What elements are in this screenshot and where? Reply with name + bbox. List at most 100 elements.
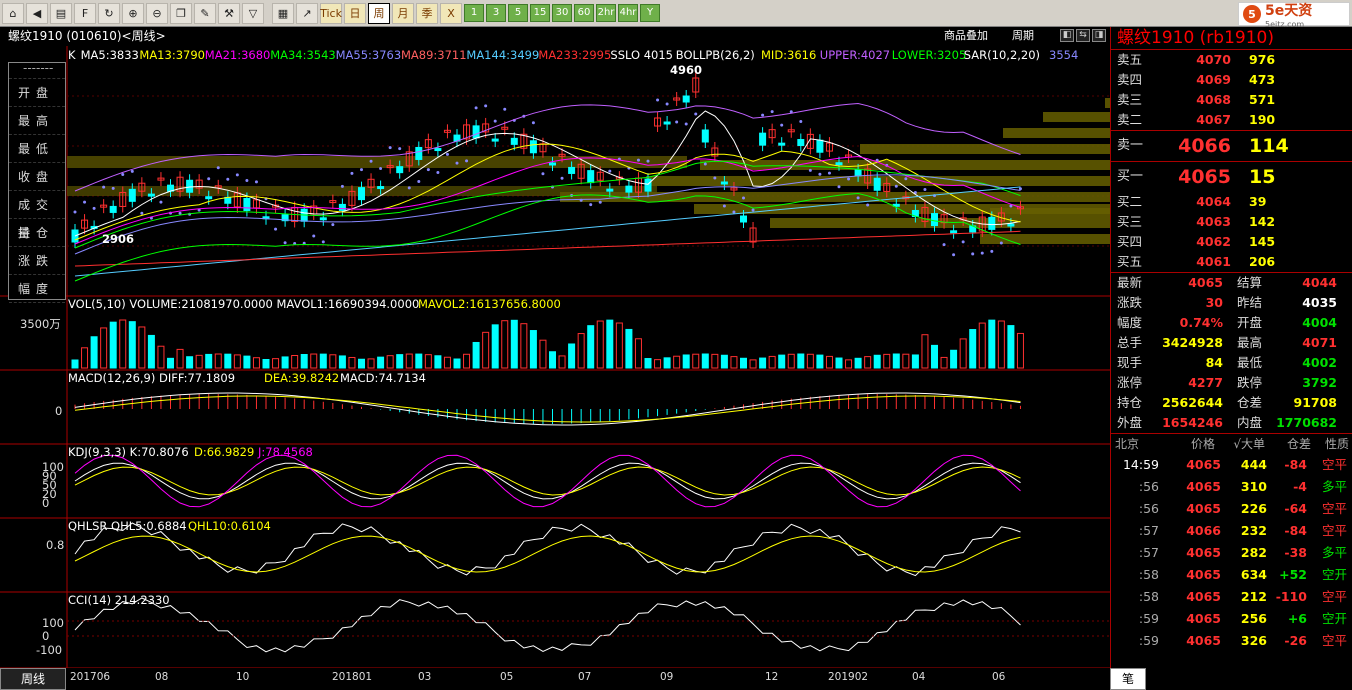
period-button-11[interactable]: 15 — [530, 4, 550, 22]
list-icon[interactable]: ▤ — [50, 2, 72, 24]
tools-icon[interactable]: ⚒ — [218, 2, 240, 24]
zoom-in-icon[interactable]: ⊕ — [122, 2, 144, 24]
candle — [759, 132, 767, 146]
stat-row-2: 幅度 0.74% 开盘 4004 — [1117, 315, 1337, 330]
sell-row-0: 卖五 4070 976 — [1117, 52, 1276, 67]
stat-row-5: 涨停 4277 跌停 3792 — [1117, 375, 1337, 390]
zoom-out-icon[interactable]: ⊖ — [146, 2, 168, 24]
sar-dot — [866, 203, 870, 207]
back-icon[interactable]: ◀ — [26, 2, 48, 24]
period-button-14[interactable]: 2hr — [596, 4, 616, 22]
tick-list[interactable]: 14:59 4065 444 -84 空平:56 4065 310 -4 多平:56 4065 22… — [1111, 454, 1352, 652]
window-icon[interactable]: ❐ — [170, 2, 192, 24]
period-button-10[interactable]: 5 — [508, 4, 528, 22]
period-button-5[interactable]: 月 — [392, 2, 414, 24]
qhlsr-label: QHLSR QHL5:0.6884 — [68, 519, 187, 533]
kline-chart[interactable] — [0, 46, 1110, 668]
sar-dot — [675, 120, 679, 124]
candle — [529, 140, 537, 154]
volume-bar — [377, 356, 385, 369]
qhlsr-label-2: QHL10:0.6104 — [188, 519, 271, 533]
period-button-15[interactable]: 4hr — [618, 4, 638, 22]
sar-dot — [445, 152, 449, 156]
main-indicator-6: MA89:3711 — [401, 48, 467, 62]
home-icon[interactable]: ⌂ — [2, 2, 24, 24]
candle — [568, 166, 576, 174]
sar-dot — [140, 211, 144, 215]
main-indicator-11: MID:3616 — [761, 48, 817, 62]
sell-row-3: 卖二 4067 190 — [1117, 112, 1276, 127]
sar-dot — [245, 178, 249, 182]
candle — [186, 179, 194, 193]
sar-dot — [178, 211, 182, 215]
sar-dot — [83, 200, 87, 204]
f10-icon[interactable]: F — [74, 2, 96, 24]
period-button-6[interactable]: 季 — [416, 2, 438, 24]
refresh-icon[interactable]: ↻ — [98, 2, 120, 24]
period-button-2[interactable]: Tick — [320, 2, 342, 24]
stat-row-6: 持仓 2562644 仓差 91708 — [1117, 395, 1337, 410]
period-button-8[interactable]: 1 — [464, 4, 484, 22]
sar-dot — [407, 186, 411, 190]
candle — [510, 137, 518, 145]
overlay-button[interactable]: 商品叠加 — [944, 27, 988, 45]
main-indicator-15: 3554 — [1049, 48, 1079, 62]
volume-bar — [510, 319, 518, 369]
macd-axis: 0 — [55, 404, 63, 418]
pane-right-icon[interactable]: ◨ — [1092, 29, 1106, 42]
candle — [740, 215, 747, 223]
candle — [682, 95, 690, 103]
buy1-row: 买一 4065 15 — [1117, 166, 1276, 188]
grid-icon[interactable]: ▦ — [272, 2, 294, 24]
sar-dot — [159, 200, 163, 204]
period-button-16[interactable]: Y — [640, 4, 660, 22]
sar-dot — [837, 185, 841, 189]
volume-bar — [759, 357, 767, 369]
sar-dot — [360, 168, 363, 172]
tick-row: :59 4065 256 +6 空开 — [1138, 611, 1347, 626]
tick-row: :58 4065 212 -110 空平 — [1138, 589, 1347, 604]
sar-dot — [274, 227, 278, 231]
sar-dot — [847, 177, 851, 181]
sar-dot — [121, 172, 125, 176]
sar-dot — [102, 185, 106, 189]
sar-dot — [283, 241, 287, 245]
x-tick-2: 10 — [236, 671, 250, 683]
volume-bar — [358, 358, 365, 369]
candle — [396, 166, 404, 174]
sar-dot — [398, 147, 402, 151]
main-indicator-0: K — [68, 48, 76, 62]
volume-bar — [663, 357, 671, 369]
x-tick-4: 03 — [418, 671, 432, 683]
buy-row-1: 买三 4063 142 — [1117, 214, 1276, 229]
period-button-4[interactable]: 周 — [368, 2, 390, 24]
tick-tab[interactable]: 笔 — [1110, 668, 1146, 690]
main-indicator-5: MA55:3763 — [335, 48, 402, 62]
bar-info-box: ------- 开盘 最高 最低 收盘 成交量 持仓 涨跌 幅度 — [8, 62, 66, 303]
info-item-6: 涨跌 — [9, 247, 65, 275]
period-button-7[interactable]: X — [440, 2, 462, 24]
line-chart-icon[interactable]: ↗ — [296, 2, 318, 24]
buy-row-0: 买二 4064 39 — [1117, 194, 1267, 209]
volume-bar — [472, 341, 480, 369]
buy-book: 买二 4064 39 买三 4063 142 买四 4062 145 买五 4061 206 — [1111, 192, 1352, 272]
period-button-9[interactable]: 3 — [486, 4, 506, 22]
period-button-12[interactable]: 30 — [552, 4, 572, 22]
pane-split-icon[interactable]: ⇆ — [1076, 29, 1090, 42]
sar-dot — [961, 240, 965, 244]
draw-icon[interactable]: ✎ — [194, 2, 216, 24]
tick-row: 14:59 4065 444 -84 空平 — [1122, 457, 1347, 472]
stat-row-4: 现手 84 最低 4002 — [1117, 355, 1337, 370]
filter-icon[interactable]: ▽ — [242, 2, 264, 24]
macd-label-2: DEA:39.8242 — [264, 371, 340, 385]
period-button[interactable]: 周期 — [1012, 27, 1034, 45]
volume-bar — [988, 319, 996, 369]
period-button-13[interactable]: 60 — [574, 4, 594, 22]
period-button-3[interactable]: 日 — [344, 2, 366, 24]
sar-dot — [235, 173, 239, 177]
candle — [587, 170, 595, 184]
candle — [205, 196, 213, 200]
pane-left-icon[interactable]: ◧ — [1060, 29, 1074, 42]
info-item-7: 幅度 — [9, 275, 65, 303]
volume-profile-bar — [860, 144, 1110, 154]
